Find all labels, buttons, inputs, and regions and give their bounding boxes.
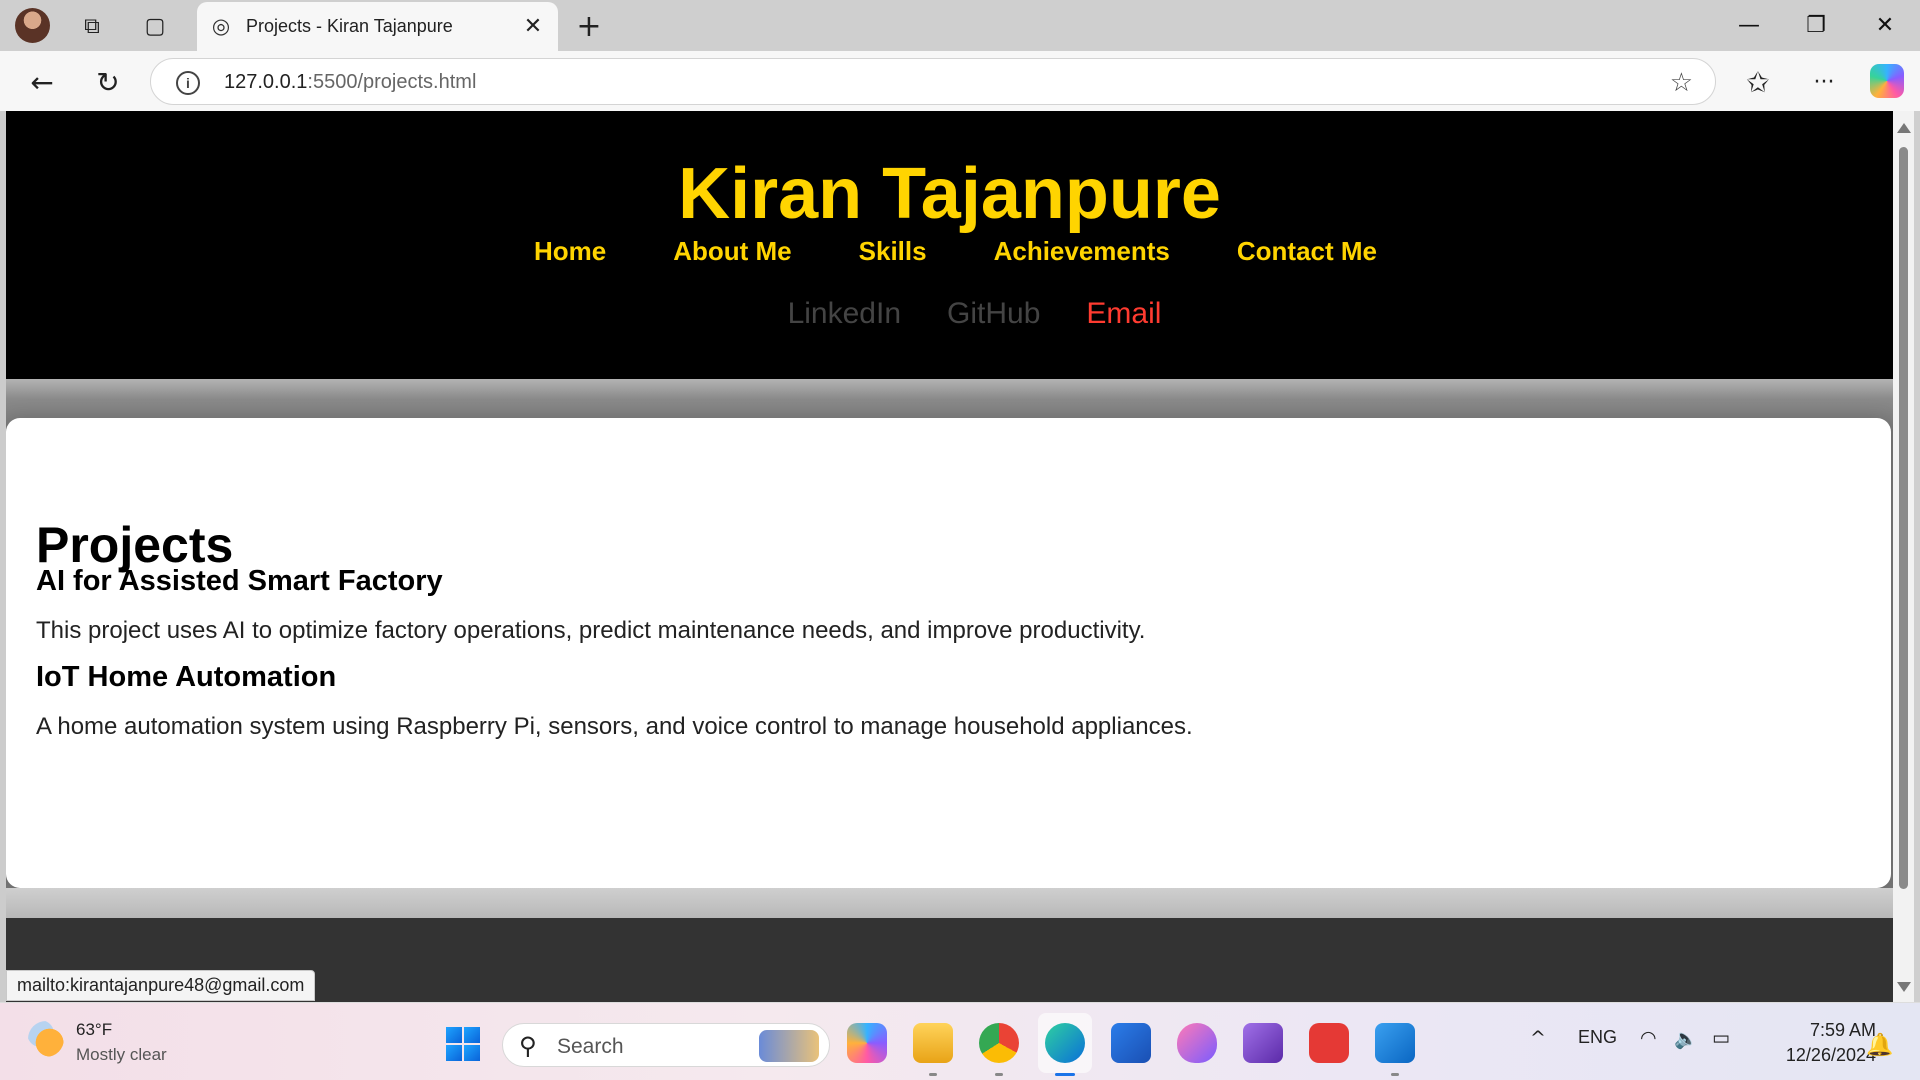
github-link[interactable]: GitHub	[947, 297, 1040, 331]
address-bar[interactable]: i 127.0.0.1:5500/projects.html ☆	[150, 58, 1716, 105]
url-text[interactable]: 127.0.0.1:5500/projects.html	[224, 71, 476, 94]
scroll-up-icon[interactable]	[1897, 123, 1911, 133]
site-title: Kiran Tajanpure	[678, 154, 1221, 234]
footer-text: © 2024 Kiran Tajanpure. All rights reser…	[718, 862, 1181, 889]
address-toolbar: ← ↻ i 127.0.0.1:5500/projects.html ☆ ✩ ·…	[0, 51, 1920, 111]
search-highlight-image	[759, 1030, 819, 1062]
notification-bell-icon[interactable]: 🔔	[1866, 1033, 1893, 1058]
clock-date[interactable]: 12/26/2024	[1762, 1045, 1876, 1066]
url-path: :5500/projects.html	[307, 71, 477, 93]
edge-icon[interactable]	[1045, 1023, 1085, 1063]
tab-title: Projects - Kiran Tajanpure	[246, 16, 453, 36]
globe-icon: ◎	[211, 14, 231, 38]
window-edge	[1914, 111, 1920, 1002]
running-indicator	[1391, 1073, 1399, 1076]
nav-achievements[interactable]: Achievements	[994, 236, 1170, 267]
status-url-tooltip: mailto:kirantajanpure48@gmail.com	[6, 970, 316, 1001]
tab-actions-icon[interactable]: ▢	[141, 12, 169, 40]
wifi-icon[interactable]: ◠	[1640, 1027, 1657, 1049]
clock-time[interactable]: 7:59 AM	[1786, 1020, 1876, 1041]
url-host: 127.0.0.1	[224, 71, 308, 93]
running-indicator	[929, 1073, 937, 1076]
reload-icon[interactable]: ↻	[91, 65, 125, 99]
copilot-app-icon[interactable]	[847, 1023, 887, 1063]
weather-icon[interactable]	[28, 1021, 64, 1057]
project-description: A home automation system using Raspberry…	[36, 713, 1193, 740]
nav-about-me[interactable]: About Me	[673, 236, 791, 267]
wps-office-icon[interactable]	[1309, 1023, 1349, 1063]
project-description: This project uses AI to optimize factory…	[36, 617, 1146, 644]
back-arrow-icon[interactable]: ←	[25, 65, 59, 99]
info-icon[interactable]: i	[176, 71, 200, 95]
content-gap	[6, 888, 1893, 918]
volume-icon[interactable]: 🔈	[1674, 1027, 1698, 1050]
nav-home[interactable]: Home	[534, 236, 606, 267]
site-header: Kiran Tajanpure Home About Me Skills Ach…	[6, 111, 1893, 379]
project-title: AI for Assisted Smart Factory	[36, 565, 443, 597]
browser-tab-bar: ⧉ ▢ ◎ Projects - Kiran Tajanpure ✕ + — ❐…	[0, 0, 1920, 51]
scroll-thumb[interactable]	[1899, 147, 1908, 889]
restore-button[interactable]: ❐	[1791, 8, 1841, 42]
copilot-icon[interactable]	[1870, 64, 1904, 98]
weather-condition[interactable]: Mostly clear	[76, 1045, 167, 1065]
taskbar-search[interactable]: ⚲ Search	[502, 1023, 830, 1067]
projects-section: Projects AI for Assisted Smart Factory T…	[6, 418, 1891, 888]
visual-studio-icon[interactable]	[1243, 1023, 1283, 1063]
running-indicator	[995, 1073, 1003, 1076]
project-title: IoT Home Automation	[36, 661, 337, 693]
minimize-button[interactable]: —	[1724, 8, 1774, 42]
battery-icon[interactable]: ▭	[1712, 1027, 1730, 1049]
star-icon[interactable]: ☆	[1670, 68, 1693, 98]
weather-temp[interactable]: 63°F	[76, 1020, 112, 1040]
main-nav: Home About Me Skills Achievements Contac…	[6, 236, 1893, 267]
tab-projects[interactable]: ◎ Projects - Kiran Tajanpure ✕	[197, 2, 558, 51]
search-icon: ⚲	[519, 1032, 537, 1060]
more-icon[interactable]: ···	[1807, 65, 1841, 99]
email-link[interactable]: Email	[1086, 297, 1161, 331]
taskbar: 63°F Mostly clear ⚲ Search ^ ENG ◠ 🔈 ▭ 7…	[0, 1002, 1920, 1080]
store-icon[interactable]	[1111, 1023, 1151, 1063]
vscode-icon[interactable]	[1375, 1023, 1415, 1063]
file-explorer-icon[interactable]	[913, 1023, 953, 1063]
close-icon[interactable]: ✕	[520, 13, 546, 39]
nav-skills[interactable]: Skills	[859, 236, 927, 267]
linkedin-link[interactable]: LinkedIn	[788, 297, 901, 331]
workspaces-icon[interactable]: ⧉	[78, 12, 106, 40]
new-tab-button[interactable]: +	[572, 9, 606, 44]
nav-contact-me[interactable]: Contact Me	[1237, 236, 1377, 267]
paint-icon[interactable]	[1177, 1023, 1217, 1063]
running-indicator	[1055, 1073, 1075, 1076]
favorites-icon[interactable]: ✩	[1741, 65, 1775, 99]
scroll-down-icon[interactable]	[1897, 982, 1911, 992]
search-label: Search	[557, 1035, 624, 1058]
tray-chevron-icon[interactable]: ^	[1530, 1027, 1546, 1049]
language-indicator[interactable]: ENG	[1578, 1027, 1617, 1048]
window-close-button[interactable]: ✕	[1860, 8, 1910, 42]
chrome-icon[interactable]	[979, 1023, 1019, 1063]
profile-avatar[interactable]	[15, 8, 50, 43]
page-scrollbar[interactable]	[1893, 111, 1914, 1002]
social-links: LinkedIn GitHub Email	[6, 297, 1893, 331]
start-windows-icon[interactable]	[446, 1027, 480, 1061]
